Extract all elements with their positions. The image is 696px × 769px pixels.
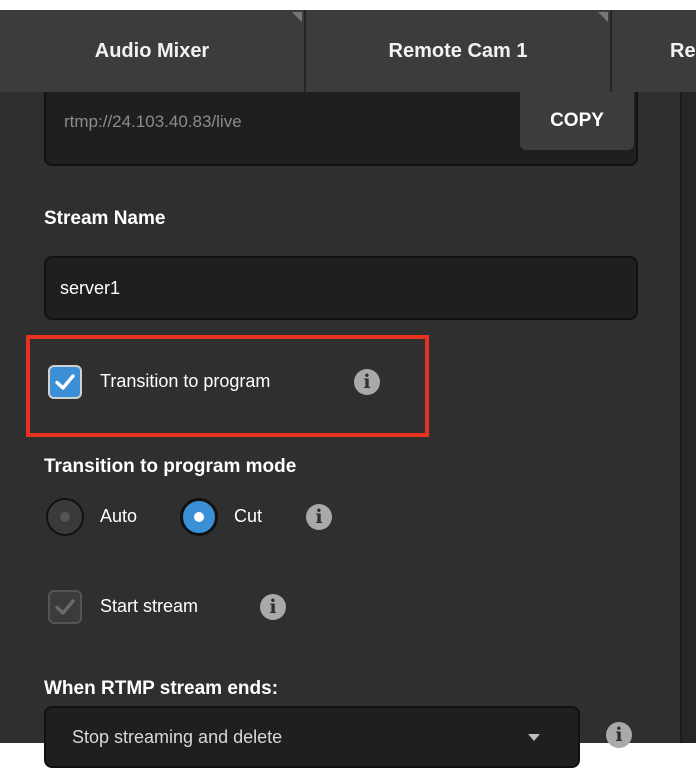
- tab-bar: Audio Mixer Remote Cam 1 Re: [0, 10, 696, 92]
- rtmp-url-text: rtmp://24.103.40.83/live: [64, 112, 242, 131]
- checkmark-icon: [55, 374, 75, 390]
- radio-cut[interactable]: [180, 498, 218, 536]
- start-stream-label: Start stream: [100, 596, 199, 616]
- info-icon[interactable]: i: [606, 722, 632, 748]
- rtmp-end-select[interactable]: Stop streaming and delete: [44, 706, 580, 768]
- radio-auto[interactable]: [46, 498, 84, 536]
- tab-corner-icon: [598, 12, 608, 22]
- start-stream-checkbox[interactable]: [48, 590, 82, 624]
- info-icon[interactable]: i: [306, 504, 332, 530]
- info-icon[interactable]: i: [260, 594, 286, 620]
- rtmp-url-field[interactable]: rtmp://24.103.40.83/live COPY: [44, 92, 638, 166]
- transition-to-program-label: Transition to program: [100, 371, 271, 391]
- radio-auto-label: Auto: [100, 506, 138, 526]
- transition-to-program-checkbox[interactable]: [48, 365, 82, 399]
- tab-label: Remote Cam 1: [388, 39, 528, 62]
- tab-corner-icon: [292, 12, 302, 22]
- tab-remote-cam-1[interactable]: Remote Cam 1: [306, 10, 612, 92]
- tab-partial[interactable]: Re: [612, 10, 696, 92]
- settings-panel: Audio Mixer Remote Cam 1 Re rtmp://24.10…: [0, 10, 696, 743]
- tab-label: Audio Mixer: [94, 39, 210, 62]
- info-icon[interactable]: i: [354, 369, 380, 395]
- stream-name-label: Stream Name: [44, 208, 166, 229]
- tab-audio-mixer[interactable]: Audio Mixer: [0, 10, 306, 92]
- radio-dot-icon: [60, 512, 70, 522]
- chevron-down-icon: [528, 734, 540, 741]
- rtmp-end-selected: Stop streaming and delete: [72, 726, 283, 747]
- rtmp-end-label: When RTMP stream ends:: [44, 678, 279, 699]
- radio-dot-icon: [194, 512, 204, 522]
- copy-button[interactable]: COPY: [520, 92, 634, 150]
- transition-mode-label: Transition to program mode: [44, 456, 297, 477]
- stream-name-input[interactable]: server1: [44, 256, 638, 320]
- scrollbar[interactable]: [680, 92, 696, 743]
- radio-cut-label: Cut: [234, 506, 263, 526]
- checkmark-icon: [55, 599, 75, 615]
- tab-label: Re: [670, 39, 696, 62]
